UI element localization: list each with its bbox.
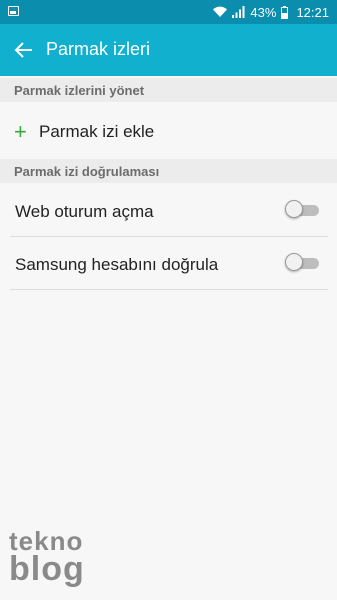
status-icons: 43% 12:21 bbox=[213, 4, 329, 20]
battery-percent: 43% bbox=[250, 4, 277, 20]
samsung-account-toggle[interactable] bbox=[285, 253, 319, 271]
watermark-line2: blog bbox=[9, 550, 85, 588]
clock: 12:21 bbox=[296, 4, 329, 20]
web-signin-item[interactable]: Web oturum açma bbox=[0, 184, 337, 236]
wifi-icon bbox=[213, 6, 228, 18]
plus-icon: + bbox=[14, 119, 27, 144]
samsung-account-item[interactable]: Samsung hesabını doğrula bbox=[0, 237, 337, 289]
section-header-label: Parmak izi doğrulaması bbox=[14, 164, 160, 179]
divider bbox=[10, 289, 328, 290]
add-fingerprint-item[interactable]: + Parmak izi ekle bbox=[0, 102, 337, 158]
add-fingerprint-label: Parmak izi ekle bbox=[39, 122, 155, 141]
section-header-label: Parmak izlerini yönet bbox=[14, 83, 145, 98]
back-arrow-icon[interactable] bbox=[12, 38, 36, 62]
app-bar: Parmak izleri bbox=[0, 24, 337, 76]
watermark-logo: tekno blog bbox=[9, 528, 85, 586]
toggle-thumb bbox=[285, 200, 303, 218]
section-header-manage: Parmak izlerini yönet bbox=[0, 78, 337, 102]
toggle-thumb bbox=[285, 253, 303, 271]
battery-icon bbox=[281, 5, 289, 19]
status-bar: 43% 12:21 bbox=[0, 0, 337, 24]
page-title: Parmak izleri bbox=[46, 39, 151, 59]
gallery-icon bbox=[8, 6, 19, 16]
signal-icon bbox=[232, 6, 245, 18]
section-header-verification: Parmak izi doğrulaması bbox=[0, 159, 337, 183]
samsung-account-label: Samsung hesabını doğrula bbox=[15, 255, 219, 274]
web-signin-toggle[interactable] bbox=[285, 200, 319, 218]
web-signin-label: Web oturum açma bbox=[15, 202, 154, 221]
